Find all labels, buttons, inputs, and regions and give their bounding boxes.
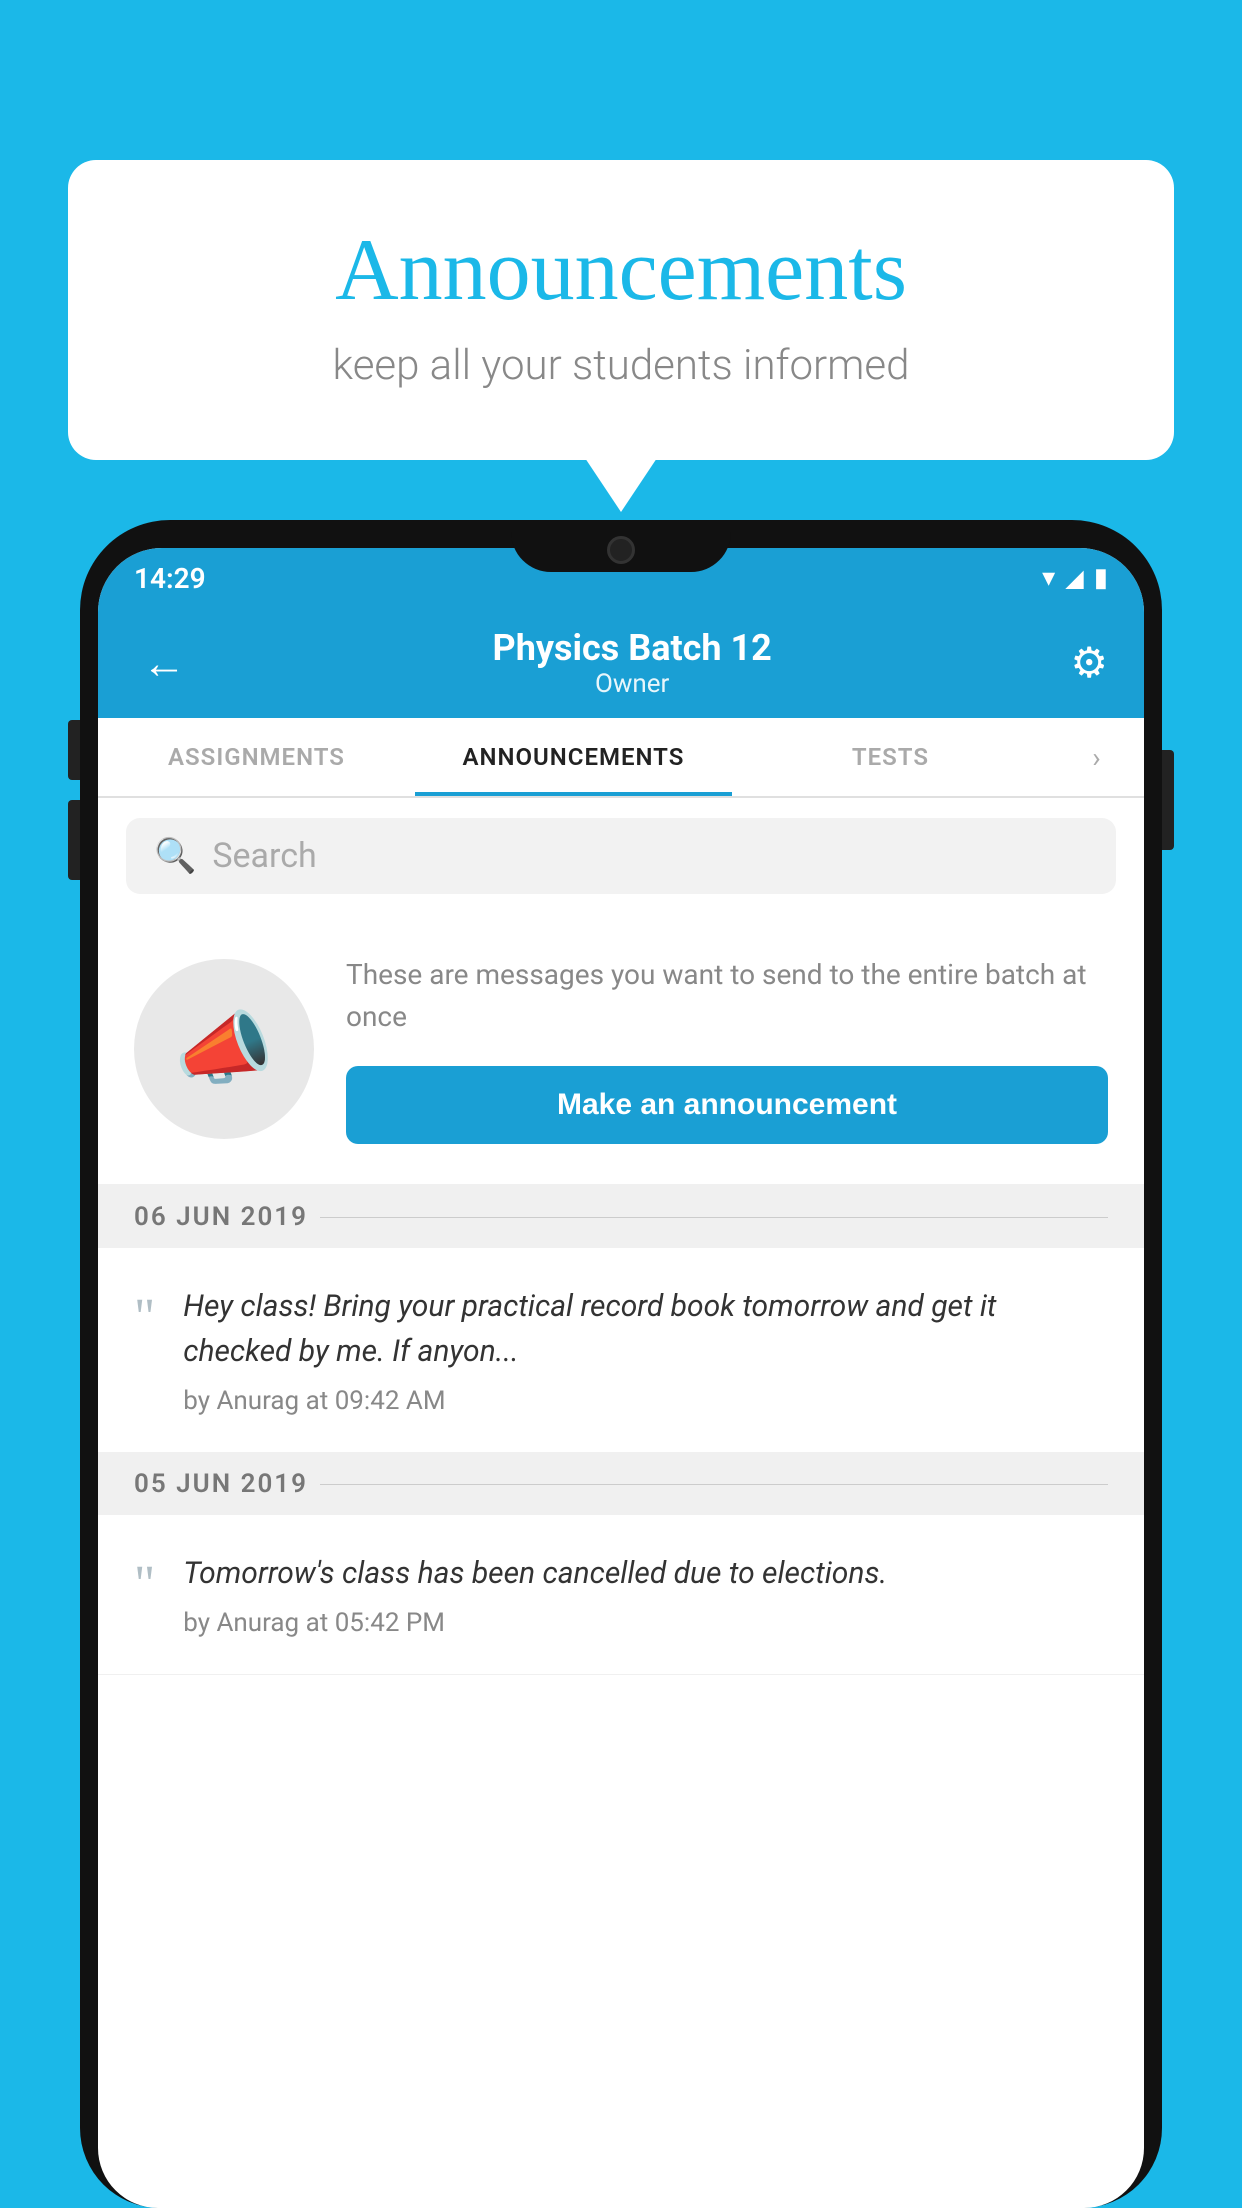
- phone-wrapper: 14:29 ▾ ◢ ▮ ← Physics Batch 12 Owner ⚙: [80, 520, 1162, 2208]
- speech-bubble: Announcements keep all your students inf…: [68, 160, 1174, 460]
- date-separator-1: 06 JUN 2019: [98, 1186, 1144, 1248]
- tab-tests[interactable]: TESTS: [732, 718, 1049, 796]
- search-bar[interactable]: 🔍 Search: [126, 818, 1116, 894]
- tab-assignments[interactable]: ASSIGNMENTS: [98, 718, 415, 796]
- quote-icon-2: ": [134, 1559, 155, 1611]
- promo-content: These are messages you want to send to t…: [346, 954, 1108, 1144]
- date-line-2: [320, 1484, 1108, 1485]
- settings-button[interactable]: ⚙: [1070, 638, 1108, 688]
- announcement-author-2: by Anurag at 05:42 PM: [183, 1608, 1108, 1638]
- user-role: Owner: [194, 669, 1070, 699]
- date-separator-2: 05 JUN 2019: [98, 1453, 1144, 1515]
- volume-up-button[interactable]: [68, 720, 80, 780]
- promo-icon-circle: 📣: [134, 959, 314, 1139]
- search-icon: 🔍: [154, 836, 196, 876]
- promo-description: These are messages you want to send to t…: [346, 954, 1108, 1038]
- date-line-1: [320, 1217, 1108, 1218]
- volume-down-button[interactable]: [68, 800, 80, 880]
- phone-outer: 14:29 ▾ ◢ ▮ ← Physics Batch 12 Owner ⚙: [80, 520, 1162, 2208]
- megaphone-icon: 📣: [174, 1002, 274, 1096]
- app-header: ← Physics Batch 12 Owner ⚙: [98, 608, 1144, 718]
- speech-bubble-section: Announcements keep all your students inf…: [68, 160, 1174, 460]
- status-time: 14:29: [134, 562, 206, 595]
- announcement-content-1: Hey class! Bring your practical record b…: [183, 1284, 1108, 1416]
- battery-icon: ▮: [1094, 563, 1108, 593]
- announcement-text-2: Tomorrow's class has been cancelled due …: [183, 1551, 1108, 1596]
- tab-announcements[interactable]: ANNOUNCEMENTS: [415, 718, 732, 796]
- make-announcement-button[interactable]: Make an announcement: [346, 1066, 1108, 1144]
- tab-more[interactable]: ›: [1049, 718, 1144, 796]
- announcement-author-1: by Anurag at 09:42 AM: [183, 1386, 1108, 1416]
- phone-camera: [607, 536, 635, 564]
- batch-name: Physics Batch 12: [194, 627, 1070, 669]
- search-placeholder: Search: [212, 836, 316, 876]
- announcement-item-2[interactable]: " Tomorrow's class has been cancelled du…: [98, 1515, 1144, 1675]
- back-button[interactable]: ←: [134, 629, 194, 697]
- power-button[interactable]: [1162, 750, 1174, 850]
- phone-screen: 14:29 ▾ ◢ ▮ ← Physics Batch 12 Owner ⚙: [98, 548, 1144, 2208]
- date-label-2: 05 JUN 2019: [134, 1469, 308, 1499]
- bubble-title: Announcements: [148, 220, 1094, 321]
- search-container: 🔍 Search: [98, 798, 1144, 914]
- status-icons: ▾ ◢ ▮: [1042, 563, 1108, 593]
- tabs-bar: ASSIGNMENTS ANNOUNCEMENTS TESTS ›: [98, 718, 1144, 798]
- header-title-block: Physics Batch 12 Owner: [194, 627, 1070, 699]
- bubble-subtitle: keep all your students informed: [148, 341, 1094, 390]
- quote-icon-1: ": [134, 1292, 155, 1344]
- phone-notch: [511, 520, 731, 572]
- signal-icon: ◢: [1065, 564, 1083, 592]
- announcement-item-1[interactable]: " Hey class! Bring your practical record…: [98, 1248, 1144, 1453]
- date-label-1: 06 JUN 2019: [134, 1202, 308, 1232]
- announcement-content-2: Tomorrow's class has been cancelled due …: [183, 1551, 1108, 1638]
- announcement-text-1: Hey class! Bring your practical record b…: [183, 1284, 1108, 1374]
- wifi-icon: ▾: [1042, 563, 1055, 593]
- promo-section: 📣 These are messages you want to send to…: [98, 914, 1144, 1186]
